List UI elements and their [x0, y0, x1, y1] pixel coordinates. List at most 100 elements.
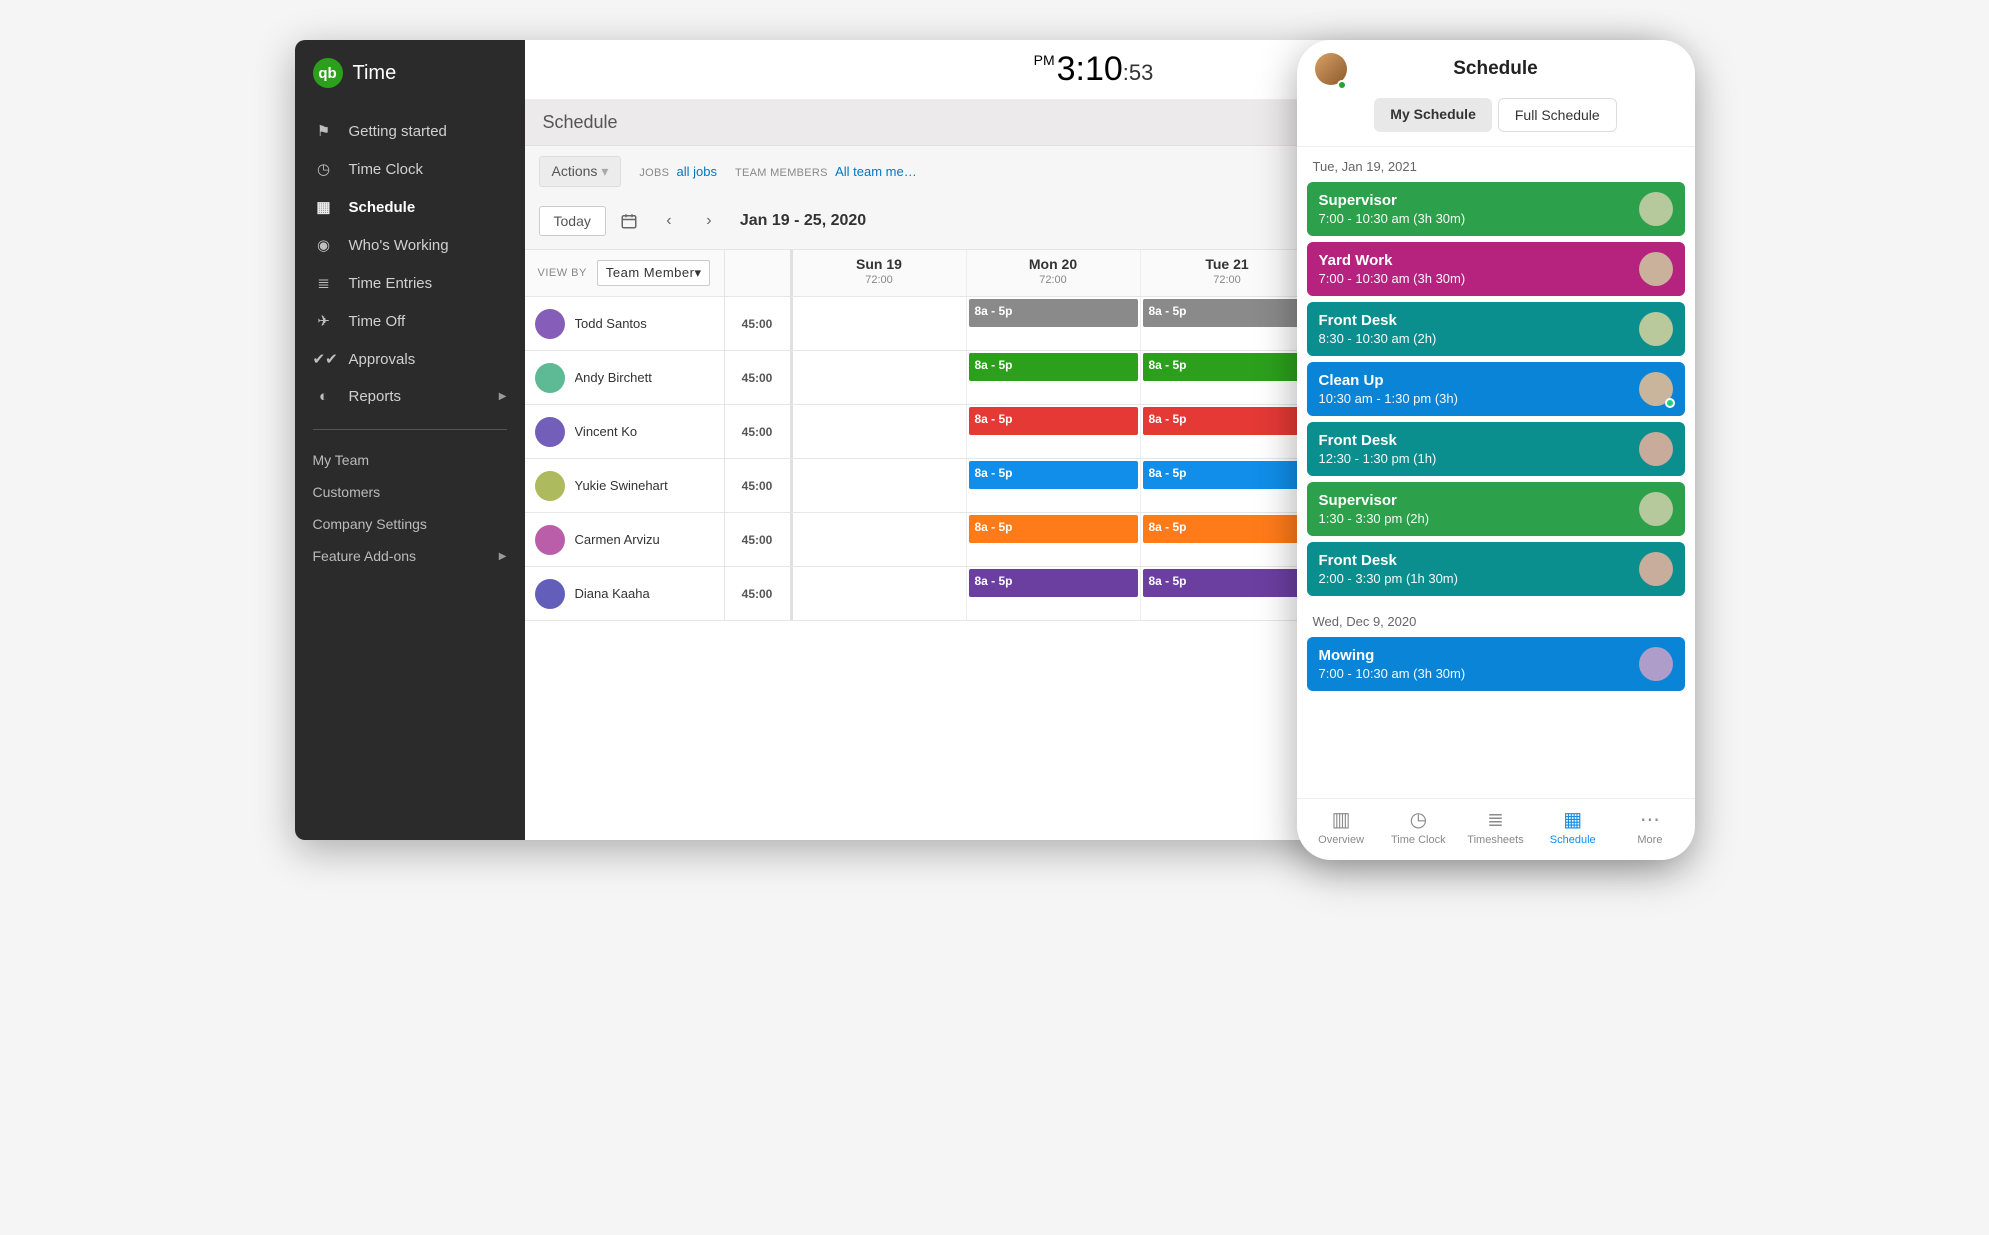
- grid-cell[interactable]: [793, 351, 967, 404]
- tab-label: More: [1637, 834, 1662, 846]
- member-avatar[interactable]: [535, 471, 565, 501]
- shift-block[interactable]: 8a - 5p: [1143, 299, 1312, 327]
- grid-cell[interactable]: 8a - 5p: [1141, 459, 1315, 512]
- sidebar-item-who-s-working[interactable]: ◉Who's Working: [295, 226, 525, 264]
- card-avatar: [1639, 432, 1673, 466]
- schedule-card[interactable]: Supervisor1:30 - 3:30 pm (2h): [1307, 482, 1685, 536]
- member-avatar[interactable]: [535, 525, 565, 555]
- grid-cell[interactable]: 8a - 5p: [967, 513, 1141, 566]
- card-title: Clean Up: [1319, 372, 1458, 389]
- mobile-tab-overview[interactable]: ▥Overview: [1303, 807, 1380, 846]
- sidebar-sub-feature-add-ons[interactable]: Feature Add-ons▶: [295, 540, 525, 572]
- sidebar-item-label: Approvals: [349, 351, 416, 368]
- tab-icon: ▦: [1534, 807, 1611, 832]
- team-members-filter[interactable]: All team me…: [835, 164, 917, 179]
- sidebar-item-label: Getting started: [349, 123, 447, 140]
- next-week-button[interactable]: ›: [692, 205, 726, 237]
- sidebar-item-label: Time Off: [349, 313, 406, 330]
- tab-my-schedule[interactable]: My Schedule: [1374, 98, 1492, 132]
- day-header[interactable]: Tue 2172:00: [1141, 250, 1315, 296]
- view-by-select[interactable]: Team Member▾: [597, 260, 711, 286]
- sidebar-item-time-clock[interactable]: ◷Time Clock: [295, 150, 525, 188]
- tab-label: Overview: [1318, 834, 1364, 846]
- shift-block[interactable]: 8a - 5p: [1143, 407, 1312, 435]
- grid-cell[interactable]: 8a - 5p: [967, 567, 1141, 620]
- schedule-card[interactable]: Supervisor7:00 - 10:30 am (3h 30m): [1307, 182, 1685, 236]
- mobile-tab-schedule[interactable]: ▦Schedule: [1534, 807, 1611, 846]
- grid-cell[interactable]: 8a - 5p: [1141, 405, 1315, 458]
- mobile-tab-time-clock[interactable]: ◷Time Clock: [1380, 807, 1457, 846]
- schedule-card[interactable]: Front Desk2:00 - 3:30 pm (1h 30m): [1307, 542, 1685, 596]
- grid-cell[interactable]: [793, 405, 967, 458]
- shift-block[interactable]: 8a - 5p: [969, 299, 1138, 327]
- grid-cell[interactable]: 8a - 5p: [1141, 513, 1315, 566]
- tab-full-schedule[interactable]: Full Schedule: [1498, 98, 1617, 132]
- schedule-card[interactable]: Mowing7:00 - 10:30 am (3h 30m): [1307, 637, 1685, 691]
- member-avatar[interactable]: [535, 363, 565, 393]
- shift-block[interactable]: 8a - 5p: [969, 353, 1138, 381]
- date-range: Jan 19 - 25, 2020: [740, 212, 866, 230]
- brand-name: Time: [353, 62, 397, 85]
- card-time: 8:30 - 10:30 am (2h): [1319, 331, 1437, 346]
- calendar-picker-icon[interactable]: [612, 205, 646, 237]
- grid-cell[interactable]: [793, 459, 967, 512]
- member-avatar[interactable]: [535, 579, 565, 609]
- grid-cell[interactable]: 8a - 5p: [967, 405, 1141, 458]
- schedule-card[interactable]: Front Desk12:30 - 1:30 pm (1h): [1307, 422, 1685, 476]
- card-time: 1:30 - 3:30 pm (2h): [1319, 511, 1430, 526]
- brand: qb Time: [295, 40, 525, 112]
- sidebar-sub-customers[interactable]: Customers: [295, 476, 525, 508]
- sidebar-item-reports[interactable]: ◐Reports▶: [295, 378, 525, 415]
- schedule-card[interactable]: Clean Up10:30 am - 1:30 pm (3h): [1307, 362, 1685, 416]
- member-avatar[interactable]: [535, 309, 565, 339]
- grid-cell[interactable]: 8a - 5p: [1141, 567, 1315, 620]
- grid-cell[interactable]: 8a - 5p: [1141, 351, 1315, 404]
- clock-icon: ◷: [313, 160, 335, 178]
- sidebar-item-approvals[interactable]: ✔✔Approvals: [295, 340, 525, 378]
- day-header[interactable]: Sun 1972:00: [793, 250, 967, 296]
- mobile-schedule-list[interactable]: Tue, Jan 19, 2021Supervisor7:00 - 10:30 …: [1297, 147, 1695, 798]
- jobs-label: JOBS: [639, 167, 669, 179]
- grid-cell[interactable]: [793, 513, 967, 566]
- shift-block[interactable]: 8a - 5p: [1143, 515, 1312, 543]
- grid-cell[interactable]: 8a - 5p: [1141, 297, 1315, 350]
- sidebar-sub-company-settings[interactable]: Company Settings: [295, 508, 525, 540]
- sidebar-item-time-entries[interactable]: ≣Time Entries: [295, 264, 525, 302]
- actions-button[interactable]: Actions ▾: [539, 156, 622, 187]
- sidebar-item-time-off[interactable]: ✈Time Off: [295, 302, 525, 340]
- grid-cell[interactable]: [793, 567, 967, 620]
- card-time: 7:00 - 10:30 am (3h 30m): [1319, 666, 1466, 681]
- sidebar-item-schedule[interactable]: ▦Schedule: [295, 188, 525, 226]
- grid-cell[interactable]: 8a - 5p: [967, 351, 1141, 404]
- shift-block[interactable]: 8a - 5p: [1143, 569, 1312, 597]
- mobile-tab-more[interactable]: ⋯More: [1611, 807, 1688, 846]
- member-avatar[interactable]: [535, 417, 565, 447]
- segmented-control: My Schedule Full Schedule: [1297, 90, 1695, 147]
- sidebar-item-getting-started[interactable]: ⚑Getting started: [295, 112, 525, 150]
- day-header[interactable]: Mon 2072:00: [967, 250, 1141, 296]
- schedule-card[interactable]: Yard Work7:00 - 10:30 am (3h 30m): [1307, 242, 1685, 296]
- sidebar-divider: [313, 429, 507, 430]
- day-name: Mon 20: [967, 256, 1140, 272]
- mobile-tab-timesheets[interactable]: ≣Timesheets: [1457, 807, 1534, 846]
- shift-block[interactable]: 8a - 5p: [1143, 353, 1312, 381]
- jobs-filter[interactable]: all jobs: [677, 164, 717, 179]
- shift-block[interactable]: 8a - 5p: [969, 461, 1138, 489]
- schedule-card[interactable]: Front Desk8:30 - 10:30 am (2h): [1307, 302, 1685, 356]
- grid-cell[interactable]: [793, 297, 967, 350]
- tab-icon: ◷: [1380, 807, 1457, 832]
- grid-cell[interactable]: 8a - 5p: [967, 459, 1141, 512]
- view-by-label: VIEW BY: [538, 267, 587, 279]
- card-time: 7:00 - 10:30 am (3h 30m): [1319, 211, 1466, 226]
- today-button[interactable]: Today: [539, 206, 606, 236]
- member-hours: 45:00: [725, 405, 793, 458]
- shift-block[interactable]: 8a - 5p: [969, 515, 1138, 543]
- sidebar-sub-my-team[interactable]: My Team: [295, 444, 525, 476]
- shift-block[interactable]: 8a - 5p: [969, 569, 1138, 597]
- shift-block[interactable]: 8a - 5p: [1143, 461, 1312, 489]
- prev-week-button[interactable]: ‹: [652, 205, 686, 237]
- card-time: 12:30 - 1:30 pm (1h): [1319, 451, 1437, 466]
- day-name: Tue 21: [1141, 256, 1314, 272]
- grid-cell[interactable]: 8a - 5p: [967, 297, 1141, 350]
- shift-block[interactable]: 8a - 5p: [969, 407, 1138, 435]
